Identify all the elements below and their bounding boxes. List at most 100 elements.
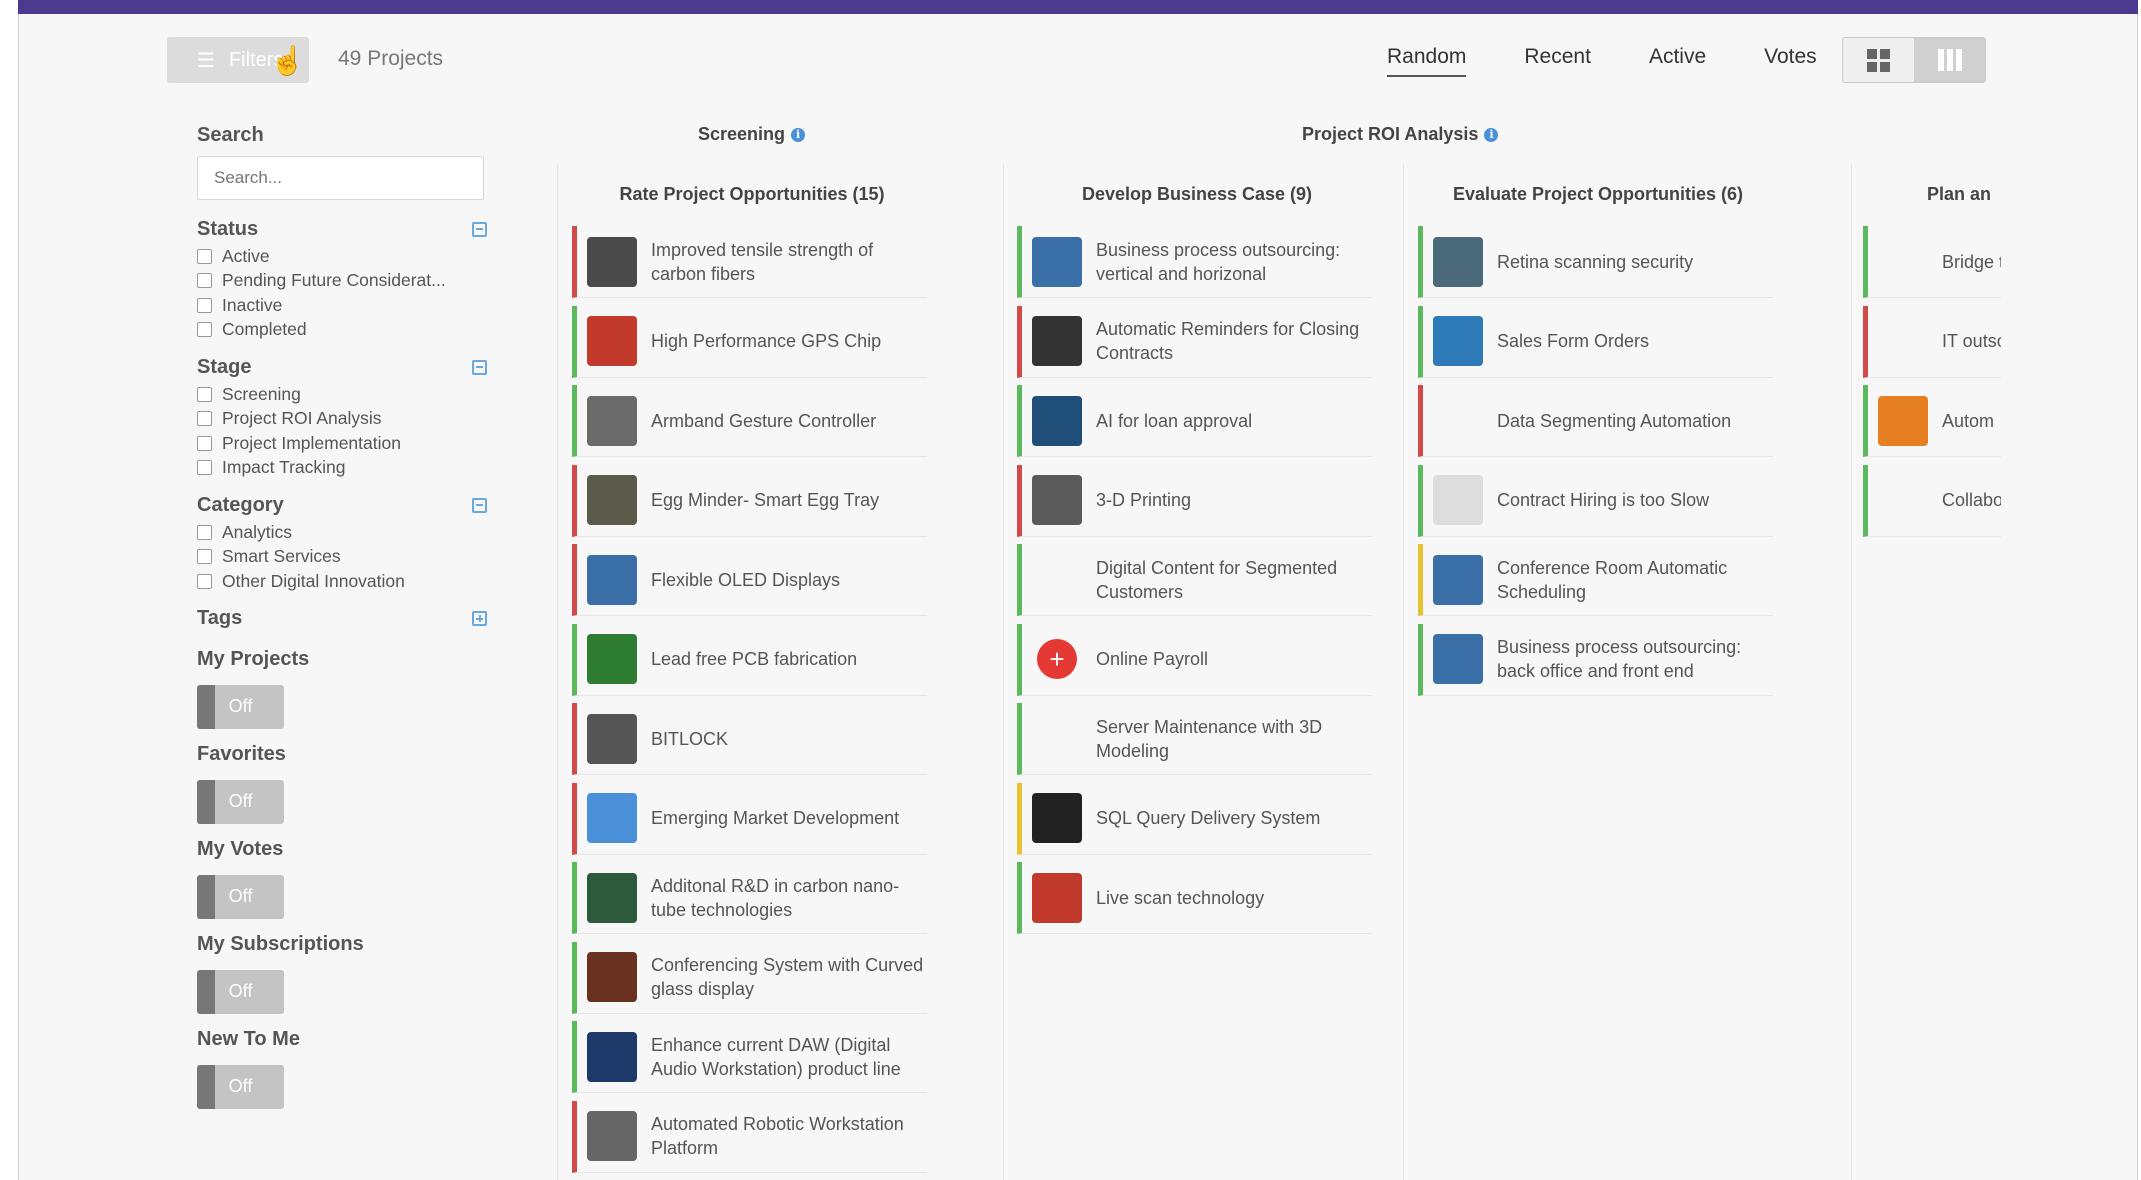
column-divider: [1003, 164, 1004, 1180]
status-option[interactable]: Inactive: [197, 293, 487, 318]
checkbox[interactable]: [197, 248, 212, 264]
grid-view-button[interactable]: [1843, 38, 1914, 82]
checkbox[interactable]: [197, 435, 212, 451]
checkbox[interactable]: [197, 524, 212, 540]
my-subscriptions-toggle[interactable]: Off: [197, 969, 284, 1014]
new-to-me-toggle[interactable]: Off: [197, 1064, 284, 1109]
checkbox[interactable]: [197, 411, 212, 427]
project-card[interactable]: Emerging Market Development: [572, 782, 927, 855]
project-card[interactable]: High Performance GPS Chip: [572, 305, 927, 378]
project-card[interactable]: + Online Payroll: [1017, 623, 1372, 696]
tags-filter: Tags: [197, 604, 487, 634]
project-card[interactable]: Sales Form Orders: [1418, 305, 1773, 378]
checkbox[interactable]: [197, 549, 212, 565]
project-title: Additonal R&D in carbon nano-tube techno…: [651, 875, 900, 920]
status-option[interactable]: Pending Future Considerat...: [197, 269, 487, 294]
collapse-icon[interactable]: [472, 497, 487, 513]
project-card[interactable]: Business process outsourcing: vertical a…: [1017, 226, 1372, 298]
project-card[interactable]: Conference Room Automatic Scheduling: [1418, 544, 1773, 616]
stage-option[interactable]: Screening: [197, 382, 487, 407]
stage-option[interactable]: Impact Tracking: [197, 456, 487, 481]
project-card[interactable]: Collabora transforn: [1863, 464, 2001, 537]
project-card[interactable]: Conferencing System with Curved glass di…: [572, 941, 927, 1014]
project-card[interactable]: Contract Hiring is too Slow: [1418, 464, 1773, 537]
project-title: Business process outsourcing: vertical a…: [1096, 239, 1341, 284]
my-votes-toggle[interactable]: Off: [197, 874, 284, 919]
project-title: Automatic Reminders for Closing Contract…: [1096, 319, 1360, 363]
project-card[interactable]: Flexible OLED Displays: [572, 544, 927, 616]
project-card[interactable]: AI for loan approval: [1017, 385, 1372, 457]
column-plan: Plan an Bridge the and conne IT outsou fo…: [1863, 164, 2001, 1180]
project-thumbnail: [587, 952, 637, 1002]
project-card[interactable]: SQL Query Delivery System: [1017, 782, 1372, 855]
info-icon[interactable]: i: [791, 127, 806, 142]
project-card[interactable]: Business process outsourcing: back offic…: [1418, 623, 1773, 696]
expand-icon[interactable]: [472, 611, 487, 626]
project-title: Emerging Market Development: [651, 808, 900, 828]
project-title: 3-D Printing: [1096, 490, 1192, 510]
stage-option[interactable]: Project ROI Analysis: [197, 407, 487, 432]
project-card[interactable]: Additonal R&D in carbon nano-tube techno…: [572, 862, 927, 934]
checkbox[interactable]: [197, 322, 212, 338]
category-option[interactable]: Smart Services: [197, 545, 487, 570]
category-option[interactable]: Analytics: [197, 520, 487, 545]
project-card[interactable]: IT outsou for winn: [1863, 305, 2001, 378]
project-card[interactable]: Enhance current DAW (Digital Audio Works…: [572, 1021, 927, 1093]
checkbox[interactable]: [197, 386, 212, 402]
checkbox[interactable]: [197, 297, 212, 313]
collapse-icon[interactable]: [472, 221, 487, 237]
project-thumbnail: [587, 634, 637, 684]
project-card[interactable]: Improved tensile strength of carbon fibe…: [572, 226, 927, 298]
project-card[interactable]: Bridge the and conne: [1863, 226, 2001, 298]
project-title: Collabora transforn: [1942, 490, 2001, 510]
project-thumbnail: [1878, 475, 1928, 525]
search-input[interactable]: [197, 156, 484, 200]
project-title: Business process outsourcing: back offic…: [1497, 637, 1742, 681]
favorites-toggle[interactable]: Off: [197, 779, 284, 824]
project-card[interactable]: Digital Content for Segmented Customers: [1017, 544, 1372, 616]
checkbox[interactable]: [197, 573, 212, 589]
my-votes-label: My Votes: [197, 837, 284, 860]
project-card[interactable]: Egg Minder- Smart Egg Tray: [572, 464, 927, 537]
project-thumbnail: [1032, 236, 1082, 287]
stage-label: Screening: [698, 124, 786, 144]
collapse-icon[interactable]: [472, 359, 487, 375]
project-card[interactable]: Server Maintenance with 3D Modeling: [1017, 703, 1372, 775]
project-card[interactable]: 3-D Printing: [1017, 464, 1372, 537]
project-title: IT outsou for winn: [1942, 331, 2001, 351]
sliders-icon: ☰: [197, 49, 215, 72]
status-option[interactable]: Active: [197, 244, 487, 269]
project-card[interactable]: Automated Robotic Workstation Platform: [572, 1100, 927, 1173]
checkbox[interactable]: [197, 273, 212, 289]
tab-votes[interactable]: Votes: [1764, 45, 1817, 77]
category-option[interactable]: Other Digital Innovation: [197, 569, 487, 594]
new-to-me-label: New To Me: [197, 1027, 300, 1050]
project-card[interactable]: Autom: [1863, 385, 2001, 457]
project-card[interactable]: Lead free PCB fabrication: [572, 623, 927, 696]
my-projects-toggle[interactable]: Off: [197, 684, 284, 729]
tab-active[interactable]: Active: [1649, 45, 1706, 77]
project-title: Live scan technology: [1096, 887, 1265, 908]
project-thumbnail: [1433, 634, 1483, 684]
project-card[interactable]: BITLOCK: [572, 703, 927, 775]
info-icon[interactable]: i: [1484, 127, 1499, 142]
project-title: Egg Minder- Smart Egg Tray: [651, 490, 880, 510]
project-thumbnail: [587, 1031, 637, 1082]
project-title: Automated Robotic Workstation Platform: [651, 1114, 904, 1158]
project-card[interactable]: Retina scanning security: [1418, 226, 1773, 298]
tab-recent[interactable]: Recent: [1524, 45, 1591, 77]
project-card[interactable]: Data Segmenting Automation: [1418, 385, 1773, 457]
column-view-button[interactable]: [1914, 38, 1985, 82]
stage-option[interactable]: Project Implementation: [197, 431, 487, 456]
column-divider: [557, 164, 558, 1180]
tab-random[interactable]: Random: [1387, 45, 1467, 77]
project-card[interactable]: Armband Gesture Controller: [572, 385, 927, 457]
project-thumbnail: [1433, 236, 1483, 287]
stage-label: Project ROI Analysis: [1302, 124, 1479, 144]
checkbox[interactable]: [197, 460, 212, 476]
status-option[interactable]: Completed: [197, 318, 487, 343]
project-card[interactable]: Automatic Reminders for Closing Contract…: [1017, 305, 1372, 378]
stage-header-roi: Project ROI Analysis i: [1302, 124, 1499, 145]
columns-icon: [1937, 49, 1962, 71]
project-card[interactable]: Live scan technology: [1017, 862, 1372, 934]
